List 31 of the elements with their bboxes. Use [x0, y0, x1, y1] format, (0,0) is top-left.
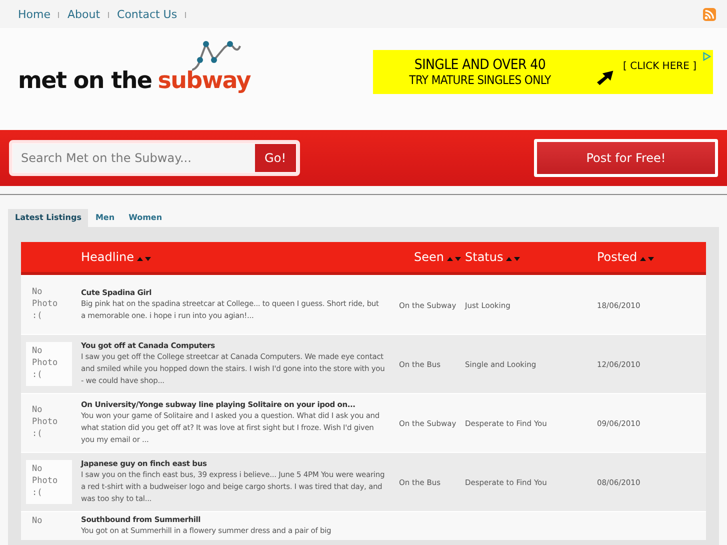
- nav-link[interactable]: Home: [18, 8, 50, 20]
- tab[interactable]: Women: [122, 209, 170, 227]
- sort-icon[interactable]: [137, 256, 152, 262]
- no-photo-text: No Photo :(: [32, 345, 59, 381]
- tab[interactable]: Latest Listings: [8, 209, 88, 227]
- logo-highlight: subway: [158, 68, 251, 94]
- ad-subline: TRY MATURE SINGLES ONLY: [409, 73, 551, 87]
- go-button[interactable]: Go!: [254, 144, 296, 172]
- rss-icon[interactable]: [703, 8, 716, 20]
- nav-link[interactable]: Contact Us: [117, 8, 178, 20]
- sort-icon[interactable]: [506, 256, 520, 262]
- sort-icon[interactable]: [640, 256, 654, 262]
- no-photo-text: No Photo :(: [32, 404, 59, 440]
- ad-cta: [ CLICK HERE ]: [623, 60, 696, 72]
- column-header[interactable]: Status: [465, 250, 504, 264]
- post-button[interactable]: Post for Free!: [534, 139, 718, 177]
- tab[interactable]: Men: [88, 209, 122, 227]
- column-header[interactable]: Posted: [597, 250, 638, 264]
- wave-drawing: [192, 40, 242, 72]
- ad-choices-icon[interactable]: [702, 52, 711, 61]
- sort-icon[interactable]: [447, 256, 461, 262]
- nav-link[interactable]: About: [67, 8, 100, 20]
- search-field[interactable]: Search Met on the Subway...: [13, 144, 255, 172]
- no-photo-text: No: [32, 515, 44, 527]
- logo-text: met on the: [18, 68, 152, 94]
- ad-banner[interactable]: SINGLE AND OVER 40 TRY MATURE SINGLES ONLY [ CLICK HERE ]: [373, 50, 713, 94]
- column-header[interactable]: Seen: [414, 250, 444, 264]
- no-photo-text: No Photo :(: [32, 463, 59, 499]
- ad-headline: SINGLE AND OVER 40: [414, 57, 546, 73]
- no-photo-text: No Photo :(: [32, 286, 59, 322]
- column-header[interactable]: Headline: [81, 250, 134, 264]
